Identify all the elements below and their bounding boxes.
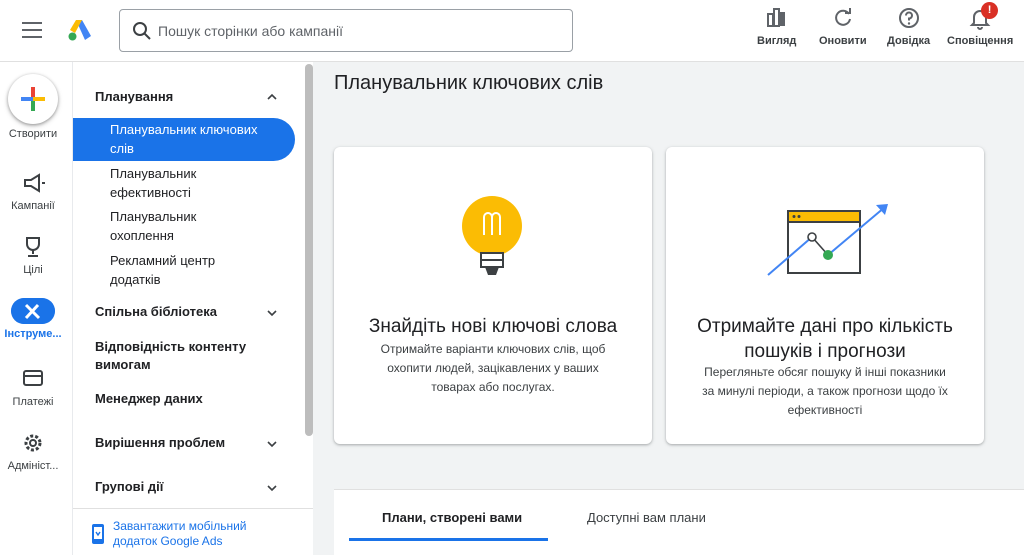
appearance-label: Вигляд [757, 35, 797, 47]
refresh-button[interactable]: Оновити [819, 6, 867, 47]
campaigns-icon [24, 173, 45, 193]
chevron-down-icon[interactable] [266, 307, 278, 319]
page-title: Планувальник ключових слів [334, 72, 604, 94]
tab-created-by-you[interactable]: Плани, створені вами [382, 510, 522, 525]
rail-item-billing[interactable]: Платежі [0, 366, 66, 408]
mobile-app-promo[interactable]: Завантажити мобільний додаток Google Ads [73, 508, 313, 555]
rail-label-campaigns: Кампанії [11, 200, 55, 212]
help-icon [898, 8, 919, 28]
rail-item-tools[interactable]: Інструме... [0, 298, 66, 340]
active-tab-indicator [349, 538, 548, 541]
discover-keywords-desc: Отримайте варіанти ключових слів, щоб ох… [380, 342, 606, 394]
nav-section-troubleshooting[interactable]: Вирішення проблем [95, 434, 225, 452]
rail-label-billing: Платежі [12, 396, 54, 408]
search-volume-forecast-card[interactable]: Отримайте дані про кількість пошуків і п… [666, 147, 984, 444]
rail-label-tools: Інструме... [4, 328, 62, 340]
nav-item-keyword-planner-label: Планувальник ключових слів [110, 122, 258, 156]
chevron-down-icon[interactable] [266, 482, 278, 494]
tools-icon [11, 298, 55, 324]
forecast-chart-icon [767, 204, 888, 276]
refresh-label: Оновити [819, 35, 867, 47]
rail-item-campaigns[interactable]: Кампанії [0, 170, 66, 212]
nav-section-shared-library[interactable]: Спільна бібліотека [95, 303, 217, 321]
chevron-up-icon[interactable] [266, 91, 278, 103]
nav-section-bulk-actions[interactable]: Групові дії [95, 478, 163, 496]
appearance-button[interactable]: Вигляд [757, 6, 796, 47]
notification-badge: ! [981, 2, 999, 19]
nav-section-planning[interactable]: Планування [95, 88, 173, 106]
google-ads-logo[interactable] [67, 18, 93, 42]
search-volume-forecast-desc: Перегляньте обсяг пошуку й інші показник… [702, 365, 948, 417]
nav-item-performance-planner[interactable]: Планувальник ефективності [110, 164, 196, 202]
help-label: Довідка [887, 35, 931, 47]
secondary-nav: Планування Планувальник ключових слів Пл… [72, 62, 313, 555]
search-placeholder: Пошук сторінки або кампанії [158, 23, 344, 39]
gear-icon [24, 434, 42, 452]
appearance-icon [766, 8, 785, 27]
refresh-icon [834, 8, 851, 26]
menu-icon[interactable] [22, 22, 42, 38]
bell-icon-wrap: ! [968, 2, 999, 30]
notifications-button[interactable]: ! Сповіщення [947, 2, 1014, 47]
billing-icon [23, 370, 43, 386]
nav-item-app-ads-hub[interactable]: Рекламний центр додатків [110, 251, 215, 289]
tab-shared-with-you[interactable]: Доступні вам плани [587, 510, 706, 525]
help-button[interactable]: Довідка [887, 6, 930, 47]
mobile-app-link[interactable]: Завантажити мобільний додаток Google Ads [113, 519, 247, 549]
lightbulb-icon [462, 196, 522, 275]
main-content: Планувальник ключових слів Знайдіть нові… [313, 62, 1024, 555]
chevron-down-icon[interactable] [266, 438, 278, 450]
notifications-label: Сповіщення [947, 35, 1014, 47]
create-button[interactable] [8, 74, 58, 124]
phone-icon [92, 524, 104, 544]
left-rail: Створити Кампанії Цілі Інструме... Плате… [0, 62, 66, 555]
create-label[interactable]: Створити [0, 128, 66, 140]
search-field[interactable]: Пошук сторінки або кампанії [119, 9, 573, 52]
plus-icon [21, 87, 45, 111]
plans-tabs: Плани, створені вами Доступні вам плани [334, 489, 1024, 555]
nav-item-reach-planner[interactable]: Планувальник охоплення [110, 207, 196, 245]
search-volume-forecast-title: Отримайте дані про кількість пошуків і п… [697, 316, 953, 362]
discover-keywords-card[interactable]: Знайдіть нові ключові слова Отримайте ва… [334, 147, 652, 444]
rail-label-admin: Адмініст... [7, 460, 59, 472]
nav-section-data-manager[interactable]: Менеджер даних [95, 390, 203, 408]
top-bar: Пошук сторінки або кампанії Вигляд Онови… [0, 0, 1024, 62]
rail-item-goals[interactable]: Цілі [0, 234, 66, 276]
trophy-icon [26, 237, 40, 257]
nav-section-content-suitability[interactable]: Відповідність контенту вимогам [95, 338, 246, 374]
rail-item-admin[interactable]: Адмініст... [0, 430, 66, 472]
rail-label-goals: Цілі [23, 264, 43, 276]
nav-scrollbar[interactable] [305, 64, 313, 436]
discover-keywords-title: Знайдіть нові ключові слова [368, 316, 618, 337]
search-icon [133, 22, 151, 40]
